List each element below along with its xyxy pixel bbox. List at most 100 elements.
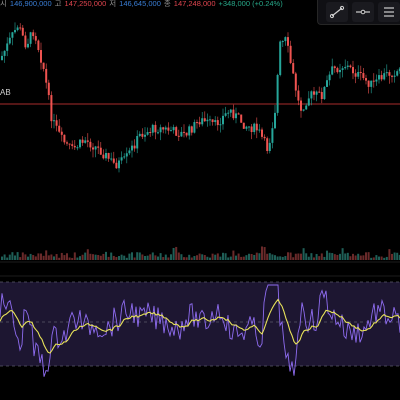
volume-bar — [27, 256, 29, 260]
candle-body — [172, 127, 175, 131]
candle-body — [118, 160, 120, 169]
volume-bar — [125, 257, 128, 260]
candle-body — [27, 43, 29, 48]
candle-body — [164, 127, 167, 130]
volume-bar — [211, 253, 214, 260]
candle-body — [214, 120, 217, 123]
candle-body — [55, 120, 58, 126]
candle-body — [323, 86, 326, 100]
candle-body — [232, 109, 235, 119]
candle-body — [21, 27, 24, 36]
volume-bar — [302, 248, 305, 260]
horizontal-line-icon — [356, 9, 370, 15]
candle-body — [185, 132, 188, 136]
volume-bar — [255, 252, 258, 260]
candle-body — [318, 91, 321, 93]
menu-button[interactable] — [378, 2, 400, 22]
volume-bar — [110, 252, 113, 260]
volume-bar — [63, 255, 66, 260]
volume-bar — [370, 257, 373, 260]
candle-body — [336, 68, 339, 73]
volume-bar — [154, 255, 157, 260]
candle-body — [266, 138, 269, 152]
volume-bar — [60, 252, 63, 260]
trend-line-button[interactable] — [326, 2, 348, 22]
volume-bar — [258, 253, 261, 260]
candle-body — [66, 142, 68, 144]
candle-body — [211, 119, 214, 123]
candle-body — [50, 95, 53, 122]
candle-body — [372, 80, 375, 82]
candle-body — [94, 146, 97, 150]
candle-body — [224, 113, 227, 116]
volume-bar — [1, 256, 3, 260]
volume-bar — [315, 253, 318, 260]
price-chart[interactable] — [0, 0, 400, 400]
candle-body — [258, 129, 261, 131]
candle-body — [63, 134, 66, 143]
volume-bar — [172, 247, 175, 260]
volume-bar — [76, 257, 79, 260]
volume-bar — [274, 255, 276, 260]
volume-bar — [102, 253, 105, 260]
volume-bar — [201, 254, 204, 260]
candle-body — [385, 72, 388, 74]
candle-body — [333, 66, 336, 69]
candle-body — [362, 72, 365, 79]
candle-body — [128, 150, 131, 154]
volume-bar — [94, 254, 97, 260]
volume-bar — [193, 256, 196, 260]
volume-bar — [183, 257, 185, 260]
horizontal-line-button[interactable] — [352, 2, 374, 22]
candle-body — [235, 113, 237, 119]
volume-bar — [341, 248, 344, 260]
candle-body — [227, 112, 230, 114]
candle-body — [133, 145, 136, 149]
volume-bar — [68, 257, 71, 260]
volume-bar — [242, 256, 245, 260]
candle-body — [141, 133, 144, 137]
candle-body — [201, 118, 204, 125]
candle-body — [112, 158, 115, 163]
volume-bar — [131, 252, 133, 260]
volume-bar — [388, 249, 391, 260]
candle-body — [359, 71, 362, 73]
volume-bar — [53, 256, 55, 260]
volume-bar — [365, 252, 367, 260]
volume-bar — [157, 256, 159, 260]
candle-body — [357, 71, 360, 77]
candle-body — [302, 109, 305, 111]
candle-body — [250, 126, 253, 133]
volume-bar — [209, 257, 211, 260]
candle-body — [248, 126, 250, 128]
volume-bar — [318, 256, 321, 260]
candle-body — [261, 129, 263, 137]
volume-bar — [84, 252, 87, 260]
volume-bar — [237, 253, 240, 260]
candle-body — [388, 72, 391, 76]
volume-bar — [86, 249, 89, 260]
candle-body — [281, 41, 284, 43]
candle-body — [6, 43, 9, 51]
volume-bar — [222, 252, 224, 260]
volume-bar — [40, 253, 42, 260]
menu-icon — [384, 7, 394, 17]
candle-body — [268, 142, 271, 152]
volume-bar — [339, 253, 341, 260]
candle-body — [11, 32, 14, 38]
volume-bar — [42, 255, 45, 260]
volume-bar — [279, 256, 282, 260]
candle-body — [393, 75, 396, 77]
candle-body — [229, 109, 232, 113]
volume-bar — [349, 256, 352, 260]
candle-body — [313, 91, 315, 95]
volume-bar — [359, 255, 362, 260]
volume-bar — [328, 252, 331, 260]
volume-bar — [188, 254, 191, 260]
volume-bar — [32, 255, 35, 260]
candle-body — [32, 32, 35, 37]
volume-bar — [138, 252, 141, 260]
volume-bar — [144, 255, 146, 260]
volume-bar — [352, 253, 354, 260]
candle-body — [383, 73, 386, 80]
